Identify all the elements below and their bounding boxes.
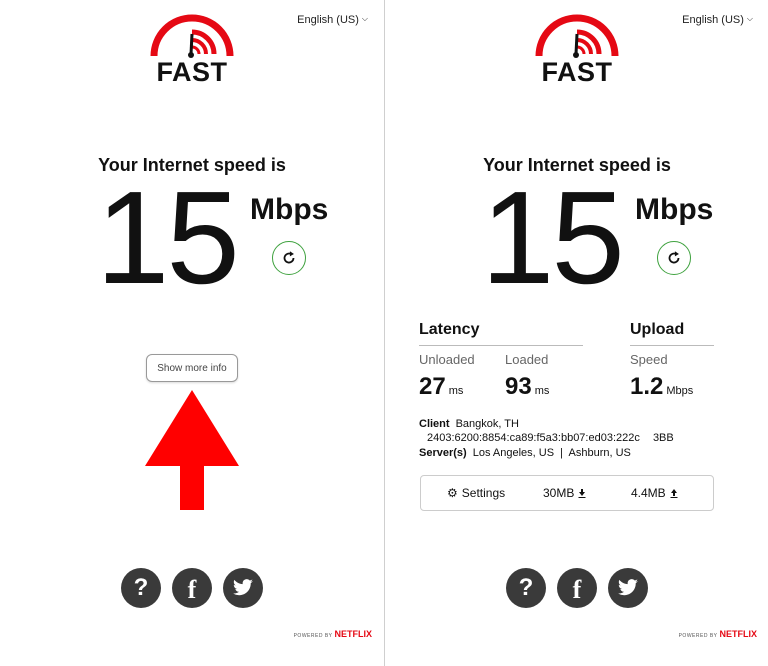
speed-unit: Mbps — [635, 193, 714, 226]
facebook-button[interactable]: f — [557, 568, 597, 608]
upload-speed-label: Speed — [630, 352, 668, 367]
settings-button[interactable]: ⚙ Settings — [447, 486, 505, 500]
settings-label: Settings — [461, 486, 506, 500]
refresh-icon — [283, 251, 295, 264]
refresh-button[interactable] — [272, 241, 306, 275]
facebook-button[interactable]: f — [172, 568, 212, 608]
upload-size-value: 4.4MB — [631, 486, 666, 500]
question-icon: ? — [133, 574, 149, 601]
unloaded-label: Unloaded — [419, 352, 475, 367]
client-address: 2403:6200:8854:ca89:f5a3:bb07:ed03:222c — [427, 432, 640, 444]
upload-icon — [670, 488, 678, 498]
latency-divider — [419, 345, 583, 346]
powered-by-label: POWERED BY — [678, 633, 718, 639]
speed-value: 15 — [96, 164, 240, 311]
question-icon: ? — [518, 574, 534, 601]
upload-title: Upload — [630, 321, 685, 338]
netflix-logo: NETFLIX — [334, 629, 373, 639]
fast-logo: FAST — [531, 12, 623, 87]
settings-bar: ⚙ Settings 30MB 4.4MB — [420, 475, 714, 511]
powered-by-netflix[interactable]: POWERED BY NETFLIX — [679, 629, 757, 639]
speedometer-logo-icon — [150, 14, 234, 58]
refresh-icon — [668, 251, 680, 264]
twitter-icon — [618, 579, 638, 596]
unloaded-value: 27 ms — [419, 373, 463, 401]
language-selector[interactable]: English (US) ⌵ — [297, 14, 368, 26]
speedometer-logo-icon — [535, 14, 619, 58]
loaded-unit: ms — [534, 385, 550, 397]
upload-size: 4.4MB — [631, 486, 678, 500]
latency-title: Latency — [419, 321, 480, 338]
left-panel: English (US) ⌵ FAST Your Internet speed … — [0, 0, 384, 666]
language-selector[interactable]: English (US) ⌵ — [682, 14, 753, 26]
speed-value: 15 — [481, 164, 625, 311]
netflix-logo: NETFLIX — [719, 629, 758, 639]
upload-speed-unit: Mbps — [666, 385, 694, 397]
social-links: ? f — [121, 568, 263, 608]
facebook-icon: f — [572, 575, 582, 604]
gear-icon: ⚙ — [447, 486, 458, 500]
loaded-value: 93 ms — [505, 373, 549, 401]
upload-divider — [630, 345, 714, 346]
servers-list: Los Angeles, US | Ashburn, US — [472, 447, 631, 459]
client-location: Bangkok, TH — [455, 418, 519, 430]
chevron-down-icon: ⌵ — [746, 14, 753, 23]
twitter-button[interactable] — [223, 568, 263, 608]
help-button[interactable]: ? — [121, 568, 161, 608]
loaded-label: Loaded — [505, 352, 549, 367]
twitter-button[interactable] — [608, 568, 648, 608]
loaded-number: 93 — [505, 373, 532, 400]
download-size-value: 30MB — [543, 486, 575, 500]
download-icon — [578, 488, 586, 498]
unloaded-number: 27 — [419, 373, 446, 400]
upload-speed-number: 1.2 — [630, 373, 664, 400]
client-row: Client Bangkok, TH — [419, 418, 519, 430]
powered-by-netflix[interactable]: POWERED BY NETFLIX — [294, 629, 372, 639]
client-label: Client — [419, 418, 450, 430]
twitter-icon — [233, 579, 253, 596]
right-panel: English (US) ⌵ FAST Your Internet speed … — [385, 0, 768, 666]
logo-text: FAST — [156, 57, 228, 87]
download-size: 30MB — [543, 486, 586, 500]
red-arrow-annotation — [145, 390, 239, 510]
help-button[interactable]: ? — [506, 568, 546, 608]
refresh-button[interactable] — [657, 241, 691, 275]
client-address-row: 2403:6200:8854:ca89:f5a3:bb07:ed03:222c … — [427, 432, 674, 444]
show-more-info-button[interactable]: Show more info — [146, 354, 238, 382]
logo-text: FAST — [541, 57, 613, 87]
social-links: ? f — [506, 568, 648, 608]
speed-unit: Mbps — [250, 193, 329, 226]
fast-logo: FAST — [146, 12, 238, 87]
powered-by-label: POWERED BY — [293, 633, 333, 639]
servers-row: Server(s) Los Angeles, US | Ashburn, US — [419, 447, 631, 459]
client-isp: 3BB — [652, 432, 674, 444]
language-label: English (US) — [682, 14, 744, 26]
chevron-down-icon: ⌵ — [361, 14, 368, 23]
servers-label: Server(s) — [419, 447, 467, 459]
upload-speed-value: 1.2 Mbps — [630, 373, 693, 401]
unloaded-unit: ms — [448, 385, 464, 397]
facebook-icon: f — [187, 575, 197, 604]
language-label: English (US) — [297, 14, 359, 26]
